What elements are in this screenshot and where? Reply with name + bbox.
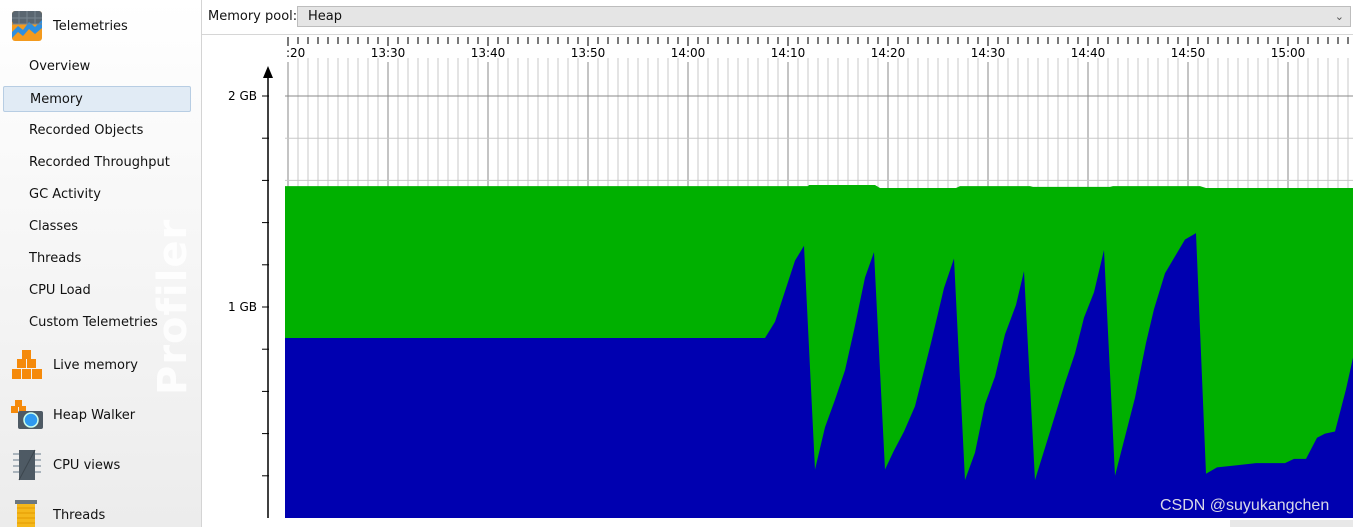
x-tick-label: 14:20	[871, 46, 906, 60]
memory-chart: 1 GB 2 GB :20 13:30 13:40 13:50 14:00 14:10 14:2…	[228, 37, 1353, 518]
x-tick-label: 14:50	[1171, 46, 1206, 60]
y-tick-label: 1 GB	[228, 300, 257, 314]
y-axis-arrow-icon	[263, 66, 273, 78]
csdn-watermark: CSDN @suyukangchen	[1160, 497, 1330, 514]
x-tick-label: 13:50	[571, 46, 606, 60]
x-tick-label: 14:30	[971, 46, 1006, 60]
x-tick-label: 14:10	[771, 46, 806, 60]
x-tick-label: 15:00	[1271, 46, 1306, 60]
x-tick-label: 13:30	[371, 46, 406, 60]
x-tick-label: 13:40	[471, 46, 506, 60]
x-tick-label: 14:40	[1071, 46, 1106, 60]
x-tick-label: :20	[286, 46, 305, 60]
x-tick-label: 14:00	[671, 46, 706, 60]
horizontal-scrollbar[interactable]	[1230, 520, 1353, 527]
y-tick-label: 2 GB	[228, 89, 257, 103]
